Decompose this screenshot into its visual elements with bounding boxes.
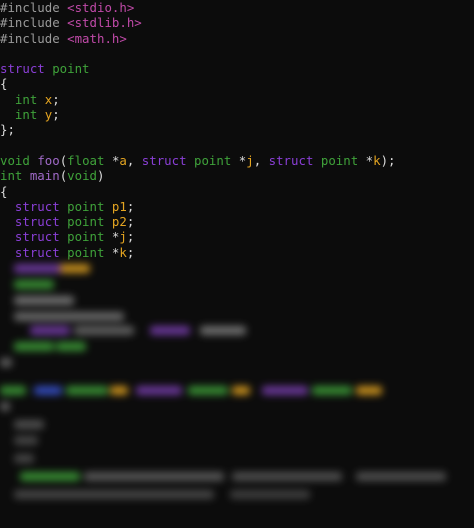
code-editor[interactable]: #include <stdio.h> #include <stdlib.h> #in… xyxy=(0,0,474,528)
code-line[interactable]: struct point p1; xyxy=(0,199,395,214)
code-token: point xyxy=(52,61,90,77)
code-token: point xyxy=(67,214,112,230)
code-token: ; xyxy=(126,198,135,214)
code-token: point xyxy=(67,229,112,245)
code-token: int xyxy=(0,107,45,123)
code-line[interactable]: struct point xyxy=(0,61,395,76)
code-token: int xyxy=(0,168,30,184)
code-token: p2 xyxy=(111,214,127,230)
code-token: , xyxy=(253,152,269,168)
blurred-code-region xyxy=(0,258,474,528)
code-line[interactable]: { xyxy=(0,184,395,199)
code-token: ); xyxy=(380,152,396,168)
code-token: ; xyxy=(126,214,135,230)
code-token: struct xyxy=(141,152,195,168)
code-token: * xyxy=(365,152,374,168)
code-token: void xyxy=(0,152,38,168)
code-line[interactable]: int y; xyxy=(0,107,395,122)
code-line[interactable] xyxy=(0,138,395,153)
code-token: , xyxy=(126,152,142,168)
code-line[interactable]: { xyxy=(0,76,395,91)
code-token: k xyxy=(373,152,381,168)
code-token: int xyxy=(0,91,45,107)
code-token: j xyxy=(246,152,254,168)
code-token: a xyxy=(119,152,127,168)
code-token: ; xyxy=(52,91,60,107)
code-token: main xyxy=(29,168,60,184)
code-token: <math.h> xyxy=(67,30,127,46)
code-line[interactable]: int x; xyxy=(0,92,395,107)
code-line[interactable]: #include <math.h> xyxy=(0,31,395,46)
code-token: ; xyxy=(52,107,60,123)
code-line[interactable]: void foo(float *a, struct point *j, stru… xyxy=(0,153,395,168)
code-token: p1 xyxy=(111,198,127,214)
code-token: #include xyxy=(0,0,68,15)
code-token: #include xyxy=(0,30,68,46)
code-token: struct xyxy=(0,229,68,245)
code-line[interactable]: struct point p2; xyxy=(0,214,395,229)
code-line[interactable]: int main(void) xyxy=(0,168,395,183)
code-area[interactable]: #include <stdio.h> #include <stdlib.h> #in… xyxy=(0,0,395,260)
code-token: #include xyxy=(0,15,68,31)
code-token: <stdlib.h> xyxy=(67,15,142,31)
code-token: ; xyxy=(126,229,135,245)
code-token: j xyxy=(119,229,127,245)
code-token: }; xyxy=(0,122,15,138)
code-token: void xyxy=(67,168,97,184)
code-token: struct xyxy=(0,61,53,77)
code-token: { xyxy=(0,76,8,92)
code-token: foo xyxy=(37,152,60,168)
code-token: point xyxy=(67,198,112,214)
code-token: <stdio.h> xyxy=(67,0,135,15)
code-line[interactable]: #include <stdlib.h> xyxy=(0,15,395,30)
code-line[interactable]: }; xyxy=(0,122,395,137)
code-token: struct xyxy=(0,214,68,230)
code-token: struct xyxy=(0,198,68,214)
code-token: ) xyxy=(97,168,105,184)
code-line[interactable] xyxy=(0,46,395,61)
code-token: struct xyxy=(268,152,321,168)
code-line[interactable]: struct point *j; xyxy=(0,229,395,244)
code-line[interactable]: #include <stdio.h> xyxy=(0,0,395,15)
code-token: point xyxy=(194,152,239,168)
code-token: point xyxy=(320,152,366,168)
code-token: { xyxy=(0,183,8,199)
code-token: float xyxy=(67,152,112,168)
